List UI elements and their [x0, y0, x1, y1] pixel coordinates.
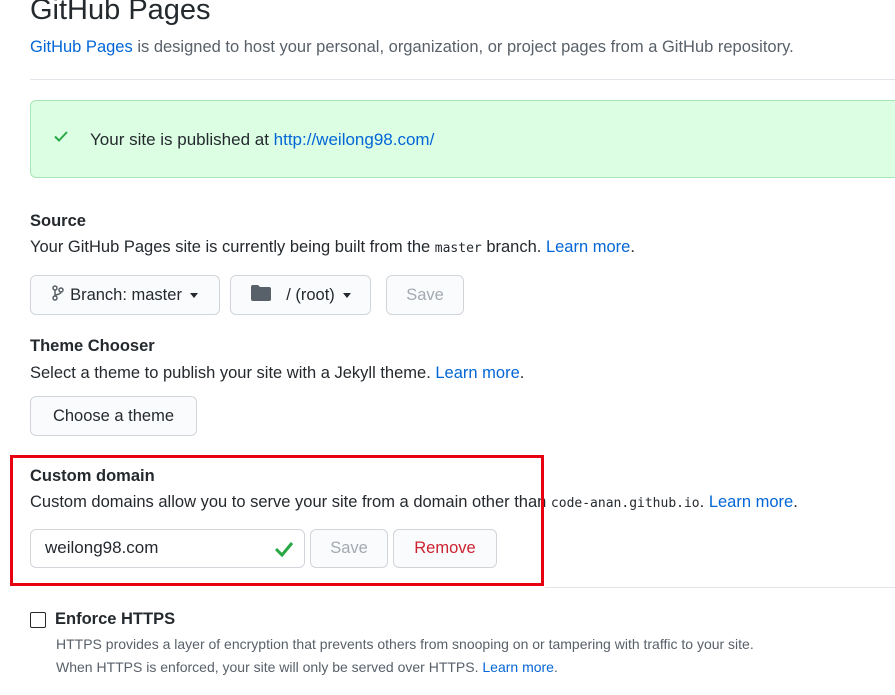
source-learn-more-link[interactable]: Learn more — [546, 238, 630, 256]
page-subtitle: GitHub Pages is designed to host your pe… — [30, 38, 794, 57]
choose-theme-button[interactable]: Choose a theme — [30, 396, 197, 436]
published-url-link[interactable]: http://weilong98.com/ — [274, 130, 435, 149]
theme-learn-more-link[interactable]: Learn more — [435, 364, 519, 382]
published-message: Your site is published at http://weilong… — [90, 130, 435, 149]
enforce-https-label: Enforce HTTPS — [55, 610, 176, 628]
header-divider — [30, 79, 895, 80]
folder-icon — [250, 284, 272, 307]
folder-select-button[interactable]: / (root) — [230, 275, 371, 315]
branch-code: master — [434, 241, 482, 256]
domain-code: code-anan.github.io — [550, 496, 700, 511]
source-description: Your GitHub Pages site is currently bein… — [30, 238, 635, 256]
theme-title: Theme Chooser — [30, 337, 155, 355]
git-branch-icon — [52, 284, 64, 306]
chevron-down-icon — [342, 292, 351, 298]
https-note-line1: HTTPS provides a layer of encryption tha… — [56, 636, 754, 652]
section-divider — [545, 587, 895, 588]
https-learn-more-link[interactable]: Learn more — [482, 659, 554, 675]
branch-select-button[interactable]: Branch: master — [30, 275, 220, 315]
github-pages-link[interactable]: GitHub Pages — [30, 38, 133, 56]
enforce-https-checkbox[interactable] — [30, 612, 46, 628]
https-note-line2: When HTTPS is enforced, your site will o… — [56, 659, 558, 675]
source-save-button[interactable]: Save — [386, 275, 464, 315]
source-title: Source — [30, 212, 86, 230]
check-icon — [53, 128, 69, 149]
chevron-down-icon — [189, 292, 198, 298]
published-flash: Your site is published at http://weilong… — [30, 100, 895, 178]
highlight-box — [10, 455, 544, 586]
page-title: GitHub Pages — [30, 0, 211, 26]
custom-domain-learn-more-link[interactable]: Learn more — [709, 493, 793, 511]
subtitle-text: is designed to host your personal, organ… — [132, 38, 794, 56]
theme-description: Select a theme to publish your site with… — [30, 364, 525, 382]
